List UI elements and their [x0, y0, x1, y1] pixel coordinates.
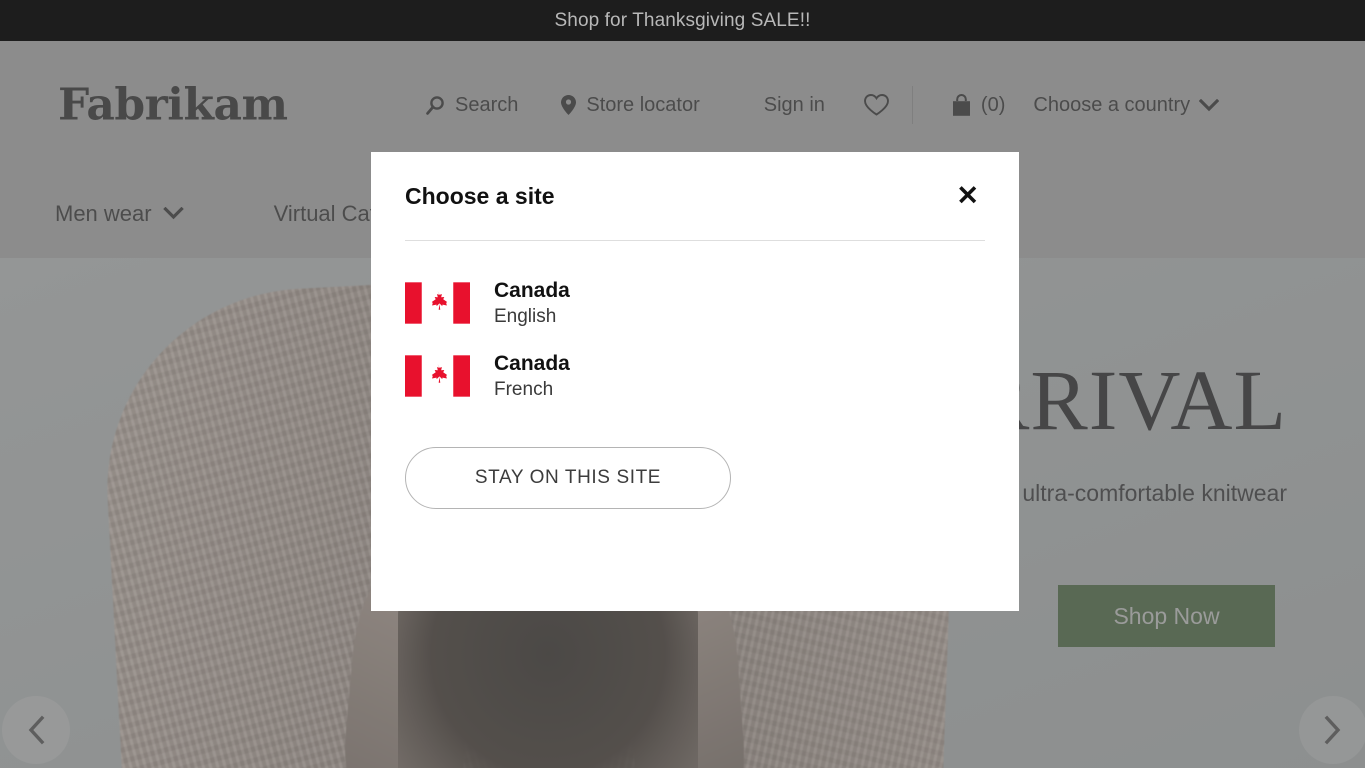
canada-flag-icon	[405, 282, 470, 325]
stay-on-this-site-button[interactable]: STAY ON THIS SITE	[405, 446, 731, 509]
canada-flag-icon	[405, 355, 470, 398]
site-language: English	[494, 306, 557, 328]
site-option-labels: Canada French	[494, 352, 570, 401]
site-list: Canada English Canada French	[371, 279, 1019, 401]
close-button[interactable]: ✕	[950, 179, 985, 214]
site-option-canada-french[interactable]: Canada French	[371, 352, 1019, 401]
page-root: Shop for Thanksgiving SALE!! NEW ARRIVAL…	[0, 0, 1365, 768]
promo-banner[interactable]: Shop for Thanksgiving SALE!!	[0, 0, 1365, 41]
site-option-labels: Canada English	[494, 279, 570, 328]
site-country: Canada	[494, 351, 570, 375]
site-option-canada-english[interactable]: Canada English	[371, 279, 1019, 328]
promo-banner-text: Shop for Thanksgiving SALE!!	[554, 9, 811, 31]
modal-header: Choose a site ✕	[405, 152, 985, 240]
close-icon: ✕	[956, 180, 979, 211]
modal-title: Choose a site	[405, 182, 555, 209]
site-country: Canada	[494, 279, 570, 302]
choose-site-modal: Choose a site ✕ Canada English Canada Fr…	[371, 152, 1019, 611]
site-language: French	[494, 379, 554, 401]
modal-divider	[405, 240, 985, 241]
